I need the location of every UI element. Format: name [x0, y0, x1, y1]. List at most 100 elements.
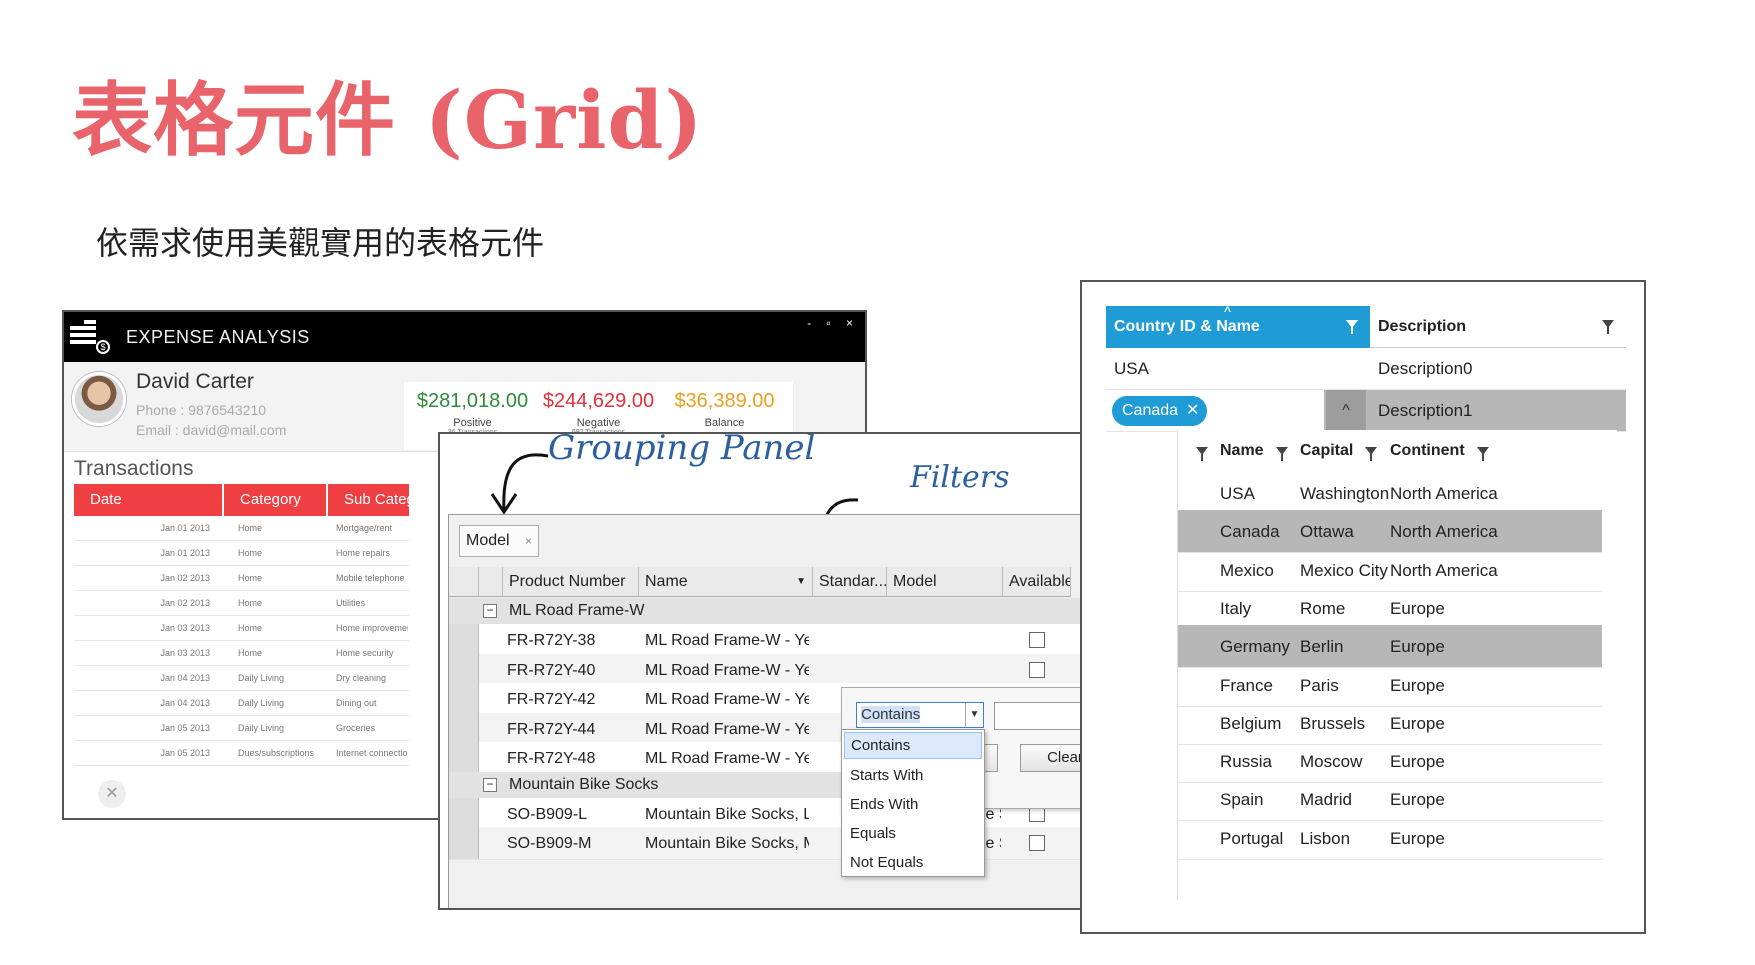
row-indicator[interactable]: [449, 712, 479, 745]
table-cell: Germany: [1220, 637, 1290, 657]
column-header-category[interactable]: Category: [224, 484, 328, 516]
product-name-cell: ML Road Frame-W - Yellow: [645, 661, 809, 679]
table-row[interactable]: FR-R72Y-38 ML Road Frame-W - Yellow: [449, 624, 1139, 657]
table-cell: USA: [1220, 484, 1255, 503]
table-cell: Daily Living: [238, 673, 285, 683]
column-header-available[interactable]: Available: [1003, 567, 1071, 597]
row-indicator[interactable]: [449, 653, 479, 686]
filter-option[interactable]: Ends With: [842, 790, 984, 819]
product-name-cell: ML Road Frame-W - Yellow: [645, 750, 809, 767]
table-row[interactable]: Jan 05 2013 Dues/subscriptions Internet co…: [74, 741, 409, 766]
product-number-cell: FR-R72Y-44: [507, 720, 596, 738]
row-indicator[interactable]: [449, 742, 479, 774]
group-indent-header: [479, 567, 503, 597]
table-row[interactable]: Italy Rome Europe: [1178, 587, 1602, 630]
select-all-corner[interactable]: [449, 567, 479, 597]
table-row[interactable]: Jan 03 2013 Home Home security: [74, 641, 409, 666]
table-cell: Home repairs: [336, 548, 391, 558]
available-checkbox[interactable]: [1029, 661, 1045, 678]
column-header-model[interactable]: Model: [887, 567, 1003, 597]
table-row-selected[interactable]: Canada ✕ ^ Description1: [1106, 390, 1626, 432]
table-row[interactable]: Mexico Mexico City North America: [1178, 549, 1602, 592]
group-chip-model[interactable]: Model ×: [459, 525, 539, 557]
table-row[interactable]: SO-B909-MMountain Bike Socks, M$3.40Moun…: [449, 827, 1139, 860]
table-cell: Europe: [1390, 713, 1445, 733]
table-row[interactable]: Jan 05 2013 Daily Living Groceries: [74, 716, 409, 741]
column-header-name[interactable]: Name ▼: [639, 567, 813, 597]
add-transaction-button[interactable]: ✕: [98, 780, 126, 808]
remove-tag-icon[interactable]: ✕: [1186, 402, 1199, 419]
column-header-product-number[interactable]: Product Number: [503, 567, 639, 597]
table-row[interactable]: Jan 02 2013 Home Mobile telephone: [74, 566, 409, 591]
column-header-continent[interactable]: Continent: [1390, 430, 1489, 472]
group-label: Mountain Bike Socks: [509, 775, 659, 793]
collapse-group-icon[interactable]: −: [483, 777, 497, 792]
table-row[interactable]: Russia Moscow Europe: [1178, 740, 1602, 784]
kpi-label: Positive: [453, 417, 492, 429]
product-number-cell: FR-R72Y-38: [507, 632, 596, 649]
table-row[interactable]: Jan 04 2013 Daily Living Dining out: [74, 691, 409, 716]
table-row[interactable]: Belgium Brussels Europe: [1178, 702, 1602, 745]
column-header-name[interactable]: Name: [1220, 430, 1288, 472]
filter-icon[interactable]: [1465, 442, 1489, 461]
window-controls[interactable]: ‐ ▫ ×: [807, 316, 859, 330]
table-row-selected[interactable]: Canada Ottawa North America: [1178, 510, 1602, 554]
slide-subtitle: 依需求使用美觀實用的表格元件: [96, 224, 545, 262]
collapse-group-icon[interactable]: −: [483, 604, 497, 618]
table-row[interactable]: Spain Madrid Europe: [1178, 778, 1602, 822]
selected-country-tag[interactable]: Canada ✕: [1112, 396, 1208, 426]
collapse-chevron-icon[interactable]: ^: [1326, 390, 1366, 432]
filter-operator-dropdown: Contains Starts With Ends With Equals Not Eq…: [841, 729, 985, 877]
table-row[interactable]: Portugal Lisbon Europe: [1178, 817, 1602, 860]
filter-option[interactable]: Not Equals: [842, 848, 984, 877]
user-name: David Carter: [136, 370, 254, 393]
available-checkbox[interactable]: [1029, 632, 1045, 648]
column-header-standard[interactable]: Standar...: [813, 567, 887, 597]
filter-option[interactable]: Equals: [842, 819, 984, 848]
column-header-subcategory[interactable]: Sub Category: [328, 484, 409, 516]
row-indicator[interactable]: [449, 683, 479, 715]
table-row[interactable]: USA Description0: [1106, 348, 1626, 390]
transactions-header: Date Category Sub Category: [74, 484, 409, 516]
filter-icon[interactable]: [1264, 442, 1288, 461]
column-header-capital[interactable]: Capital: [1300, 430, 1378, 472]
description-cell: Description1: [1378, 401, 1473, 420]
column-menu-icon[interactable]: ▼: [796, 567, 806, 596]
group-row[interactable]: − ML Road Frame-W: [449, 598, 1139, 624]
table-row[interactable]: France Paris Europe: [1178, 664, 1602, 707]
filter-option[interactable]: Starts With: [842, 761, 984, 790]
table-cell: Paris: [1300, 675, 1339, 695]
chevron-down-icon[interactable]: ▼: [965, 703, 983, 727]
filter-icon[interactable]: [1346, 320, 1358, 334]
table-cell: Groceries: [336, 723, 376, 733]
column-header-description[interactable]: Description: [1370, 306, 1626, 348]
filter-icon[interactable]: [1602, 320, 1614, 334]
column-header-date[interactable]: Date: [74, 484, 224, 516]
table-row[interactable]: FR-R72Y-40 ML Road Frame-W - Yellow: [449, 653, 1139, 687]
table-row-selected[interactable]: Germany Berlin Europe: [1178, 625, 1602, 669]
product-name-cell: Mountain Bike Socks, L: [645, 805, 809, 823]
table-cell: Jan 04 2013: [160, 673, 210, 683]
table-row[interactable]: USA Washington North America: [1178, 472, 1602, 515]
table-row[interactable]: Jan 01 2013 Home Mortgage/rent: [74, 516, 409, 541]
app-title: EXPENSE ANALYSIS: [126, 326, 310, 347]
table-row[interactable]: Jan 04 2013 Daily Living Dry cleaning: [74, 666, 409, 691]
filter-icon[interactable]: [1353, 442, 1378, 461]
row-indicator[interactable]: [449, 827, 479, 859]
table-cell: Portugal: [1220, 828, 1284, 848]
product-grid: Model × Product Number Name ▼ Standar... …: [448, 514, 1164, 908]
table-row[interactable]: Jan 02 2013 Home Utilities: [74, 591, 409, 616]
remove-group-icon[interactable]: ×: [525, 526, 532, 556]
filter-operator-select[interactable]: Contains ▼: [856, 702, 984, 728]
filter-option[interactable]: Contains: [844, 732, 982, 759]
table-cell: Jan 02 2013: [160, 573, 210, 583]
table-cell: Jan 01 2013: [160, 548, 210, 558]
row-indicator[interactable]: [449, 797, 479, 830]
row-indicator[interactable]: [449, 624, 479, 656]
column-header-country[interactable]: Country ID & Name ^: [1106, 304, 1370, 348]
table-row[interactable]: Jan 03 2013 Home Home improvement: [74, 616, 409, 641]
available-checkbox[interactable]: [1029, 835, 1045, 851]
product-name-cell: ML Road Frame-W - Yellow: [645, 632, 809, 649]
filter-icon[interactable]: [1196, 430, 1208, 472]
table-row[interactable]: Jan 01 2013 Home Home repairs: [74, 541, 409, 566]
